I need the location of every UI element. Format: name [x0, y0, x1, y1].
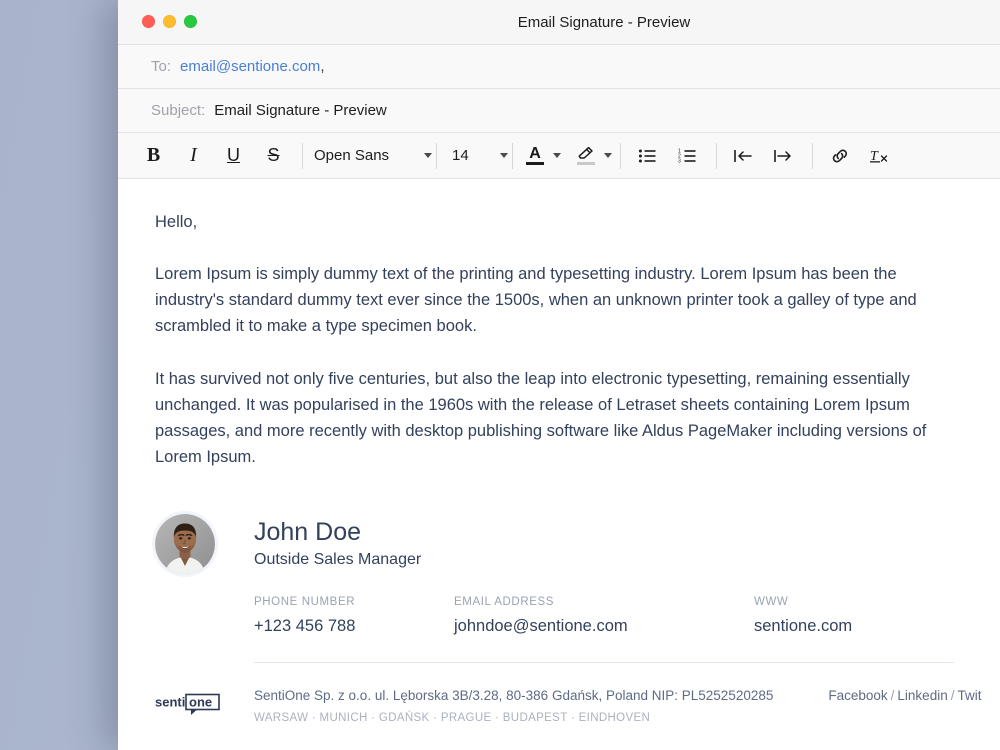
paragraph-line: passages, and more recently with desktop… [155, 422, 927, 440]
svg-text:one: one [189, 695, 212, 710]
greeting-line: Hello, [155, 213, 198, 231]
social-separator: / [890, 688, 895, 703]
signature-header: John Doe Outside Sales Manager [155, 514, 1000, 574]
signature-name: John Doe [254, 518, 362, 546]
signature-contacts: PHONE NUMBER +123 456 788 EMAIL ADDRESS … [254, 594, 1000, 637]
toolbar-separator [436, 142, 437, 169]
chevron-down-icon[interactable] [604, 153, 612, 158]
svg-text:3: 3 [678, 158, 681, 163]
outdent-icon [733, 149, 752, 162]
link-icon [832, 149, 847, 162]
strikethrough-button[interactable]: S [258, 140, 289, 171]
text-color-letter: A [529, 145, 541, 162]
contact-phone: PHONE NUMBER +123 456 788 [254, 594, 454, 637]
font-size-value: 14 [452, 147, 469, 164]
font-family-value: Open Sans [314, 147, 390, 164]
subject-input[interactable]: Email Signature - Preview [214, 102, 387, 119]
font-family-select[interactable]: Open Sans [314, 147, 432, 164]
highlight-color-button[interactable] [575, 146, 612, 165]
sentione-logo: senti one [155, 687, 221, 717]
avatar [155, 514, 215, 574]
bulleted-list-button[interactable] [632, 140, 663, 171]
mail-compose-window: Email Signature - Preview To: email@sent… [118, 0, 1000, 750]
signature-divider [254, 662, 954, 663]
clear-formatting-button[interactable]: T [864, 140, 895, 171]
window-titlebar: Email Signature - Preview [118, 0, 1000, 45]
social-link-facebook[interactable]: Facebook [828, 688, 887, 703]
text-color-button[interactable]: A [524, 146, 561, 165]
paragraph-line: scrambled it to make a type specimen boo… [155, 317, 477, 335]
indent-icon [773, 149, 791, 162]
toolbar-separator [812, 142, 813, 169]
contact-value[interactable]: johndoe@sentione.com [454, 615, 754, 637]
company-legal-line: SentiOne Sp. z o.o. ul. Lęborska 3B/3.28… [254, 688, 774, 703]
numbered-list-icon: 1 2 3 [678, 148, 695, 164]
to-label: To: [151, 58, 172, 75]
to-field-row[interactable]: To: email@sentione.com, Cc: [118, 45, 1000, 89]
toolbar-separator [512, 142, 513, 169]
email-signature: John Doe Outside Sales Manager PHONE NUM… [155, 514, 1000, 726]
bulleted-list-icon [638, 149, 655, 162]
avatar-photo [155, 514, 215, 574]
to-recipient-address: email@sentione.com [180, 58, 321, 75]
signature-legal: SentiOne Sp. z o.o. ul. Lęborska 3B/3.28… [254, 687, 773, 726]
paragraph-2: It has survived not only five centuries,… [155, 366, 1000, 470]
chevron-down-icon [500, 153, 508, 158]
subject-field-row[interactable]: Subject: Email Signature - Preview [118, 89, 1000, 133]
highlight-color-swatch [577, 162, 595, 165]
social-link-twitter[interactable]: Twit [957, 688, 981, 703]
insert-link-button[interactable] [824, 140, 855, 171]
paragraph-line: industry's standard dummy text ever sinc… [155, 291, 917, 309]
toolbar-separator [716, 142, 717, 169]
bold-button[interactable]: B [138, 140, 169, 171]
paragraph-line: Lorem Ipsum. [155, 448, 256, 466]
signature-social-links: Facebook / Linkedin / Twit [828, 687, 981, 703]
chevron-down-icon [424, 153, 432, 158]
svg-text:senti: senti [155, 695, 185, 710]
paragraph-line: Lorem Ipsum is simply dummy text of the … [155, 265, 897, 283]
sentione-logo-icon: senti one [155, 693, 220, 715]
paragraph-line: unchanged. It was popularised in the 196… [155, 396, 910, 414]
toolbar-separator [620, 142, 621, 169]
formatting-toolbar: B I U S Open Sans 14 A 1 2 3 T [118, 133, 1000, 179]
contact-value[interactable]: sentione.com [754, 615, 954, 637]
contact-email: EMAIL ADDRESS johndoe@sentione.com [454, 594, 754, 637]
paragraph-line: It has survived not only five centuries,… [155, 370, 910, 388]
signature-job-title: Outside Sales Manager [254, 551, 422, 568]
underline-button[interactable]: U [218, 140, 249, 171]
social-link-linkedin[interactable]: Linkedin [897, 688, 947, 703]
paragraph-1: Lorem Ipsum is simply dummy text of the … [155, 261, 1000, 339]
chevron-down-icon[interactable] [553, 153, 561, 158]
contact-label: EMAIL ADDRESS [454, 596, 555, 608]
text-color-icon: A [524, 146, 546, 165]
signature-identity: John Doe Outside Sales Manager [254, 514, 421, 570]
message-body[interactable]: Hello, Lorem Ipsum is simply dummy text … [118, 179, 1000, 750]
contact-website: WWW sentione.com [754, 594, 954, 637]
signature-footer: senti one SentiOne Sp. z o.o. ul. Lębors… [155, 687, 1000, 726]
italic-button[interactable]: I [178, 140, 209, 171]
to-recipient-comma: , [320, 58, 325, 75]
window-title: Email Signature - Preview [517, 14, 691, 31]
subject-label: Subject: [151, 102, 206, 119]
toolbar-separator [302, 142, 303, 169]
numbered-list-button[interactable]: 1 2 3 [672, 140, 703, 171]
company-offices-line: WARSAW · MUNICH · GDAŃSK · PRAGUE · BUDA… [254, 712, 651, 724]
indent-button[interactable] [768, 140, 799, 171]
clear-formatting-icon: T [869, 149, 887, 164]
text-color-swatch [526, 162, 544, 165]
font-size-select[interactable]: 14 [452, 147, 508, 164]
social-separator: / [950, 688, 955, 703]
highlighter-icon [575, 146, 597, 165]
contact-label: WWW [754, 596, 789, 608]
to-recipient[interactable]: email@sentione.com, [180, 58, 324, 75]
outdent-button[interactable] [728, 140, 759, 171]
contact-value: +123 456 788 [254, 617, 356, 635]
contact-label: PHONE NUMBER [254, 596, 356, 608]
